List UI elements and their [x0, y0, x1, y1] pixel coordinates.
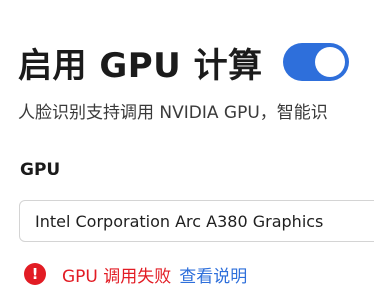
gpu-select[interactable]: Intel Corporation Arc A380 Graphics: [19, 200, 374, 242]
view-help-link[interactable]: 查看说明: [179, 262, 247, 287]
toggle-knob: [314, 47, 345, 77]
title-row: 启用 GPU 计算: [18, 38, 349, 86]
error-icon: !: [24, 263, 46, 285]
gpu-field-label: GPU: [20, 160, 61, 180]
gpu-select-value: Intel Corporation Arc A380 Graphics: [35, 212, 324, 231]
error-message: GPU 调用失败: [62, 266, 172, 287]
page-title: 启用 GPU 计算: [18, 45, 263, 86]
error-status: ! GPU 调用失败 查看说明: [24, 262, 247, 287]
gpu-compute-toggle[interactable]: [282, 43, 349, 81]
description-text: 人脸识别支持调用 NVIDIA GPU，智能识: [18, 103, 328, 123]
gpu-settings-panel: 启用 GPU 计算 人脸识别支持调用 NVIDIA GPU，智能识 GPU In…: [0, 0, 374, 302]
